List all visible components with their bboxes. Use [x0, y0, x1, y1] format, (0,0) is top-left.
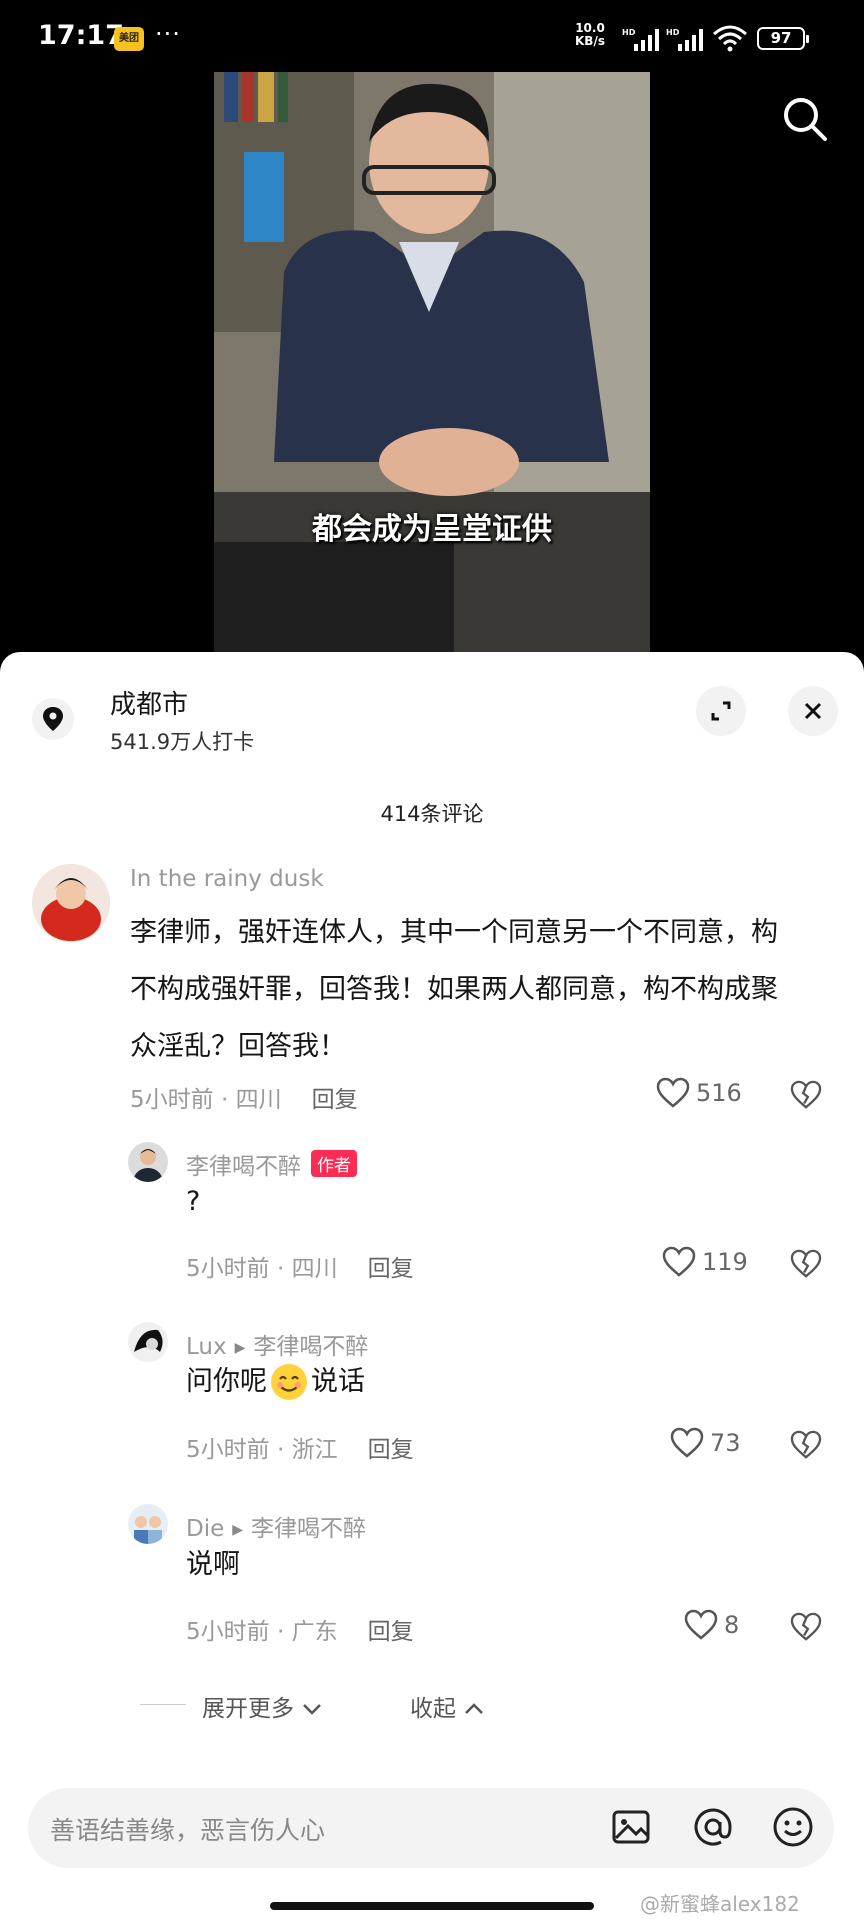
like-button[interactable]: 119 [662, 1246, 748, 1278]
wifi-icon [713, 25, 747, 52]
like-count: 119 [702, 1248, 748, 1276]
avatar[interactable] [32, 864, 110, 942]
comment-input[interactable]: 善语结善缘，恶言伤人心 [28, 1788, 834, 1868]
author-name[interactable]: 李律喝不醉 [186, 1154, 301, 1180]
heart-icon [662, 1246, 696, 1277]
comment-item: In the rainy dusk 李律师，强奸连体人，其中一个同意另一个不同意… [0, 864, 864, 1064]
reply-button[interactable]: 回复 [312, 1087, 358, 1113]
location-title[interactable]: 成都市 [110, 684, 188, 721]
reply-arrow-icon: ▶ [234, 1340, 246, 1356]
image-icon[interactable] [608, 1804, 654, 1850]
divider [140, 1704, 186, 1705]
comment-text: ? [186, 1186, 201, 1217]
like-count: 73 [710, 1429, 741, 1457]
comment-input-placeholder: 善语结善缘，恶言伤人心 [50, 1816, 326, 1845]
location-pin-icon[interactable] [32, 698, 74, 740]
status-bar: 17:17 美团 ··· 10.0 KB/s HD HD 97 [0, 0, 864, 72]
like-button[interactable]: 8 [684, 1609, 739, 1641]
comment-count: 414条评论 [380, 802, 484, 826]
reply-to-name[interactable]: 李律喝不醉 [251, 1516, 366, 1542]
comment-username: Lux ▶ 李律喝不醉 [186, 1327, 368, 1361]
dislike-broken-heart-icon[interactable] [790, 1612, 822, 1642]
comment-time-location: 5小时前 · 广东 [186, 1619, 338, 1645]
comment-text: 说啊 [186, 1549, 240, 1580]
video-scene [214, 72, 650, 654]
comment-meta: 5小时前 · 浙江 回复 [186, 1430, 414, 1464]
reply-to-name[interactable]: 李律喝不醉 [253, 1334, 368, 1360]
signal-2-icon: HD [666, 28, 703, 51]
comment-sheet: 成都市 541.9万人打卡 414条评论 In the rainy dusk 李… [0, 652, 864, 1920]
commenter-name[interactable]: Lux [186, 1334, 227, 1360]
comment-username: 李律喝不醉 作者 [186, 1147, 357, 1181]
chevron-down-icon [303, 1704, 322, 1715]
comment-meta: 5小时前 · 广东 回复 [186, 1612, 414, 1646]
meituan-app-icon: 美团 [114, 27, 144, 51]
reply-button[interactable]: 回复 [368, 1437, 414, 1463]
location-checkins: 541.9万人打卡 [110, 730, 255, 754]
comment-meta: 5小时前 · 四川 回复 [186, 1249, 414, 1283]
comment-text: 问你呢 说话 [186, 1362, 365, 1402]
home-indicator[interactable] [270, 1902, 594, 1910]
avatar[interactable] [128, 1142, 168, 1182]
comment-meta: 5小时前 · 四川 回复 [130, 1080, 358, 1114]
emoji-picker-icon[interactable] [770, 1804, 816, 1850]
comment-username: Die ▶ 李律喝不醉 [186, 1509, 366, 1543]
svg-text:HD: HD [622, 28, 636, 37]
like-button[interactable]: 73 [670, 1427, 741, 1459]
watermark: @新蜜蜂alex182 [640, 1892, 800, 1916]
close-button[interactable] [788, 686, 838, 736]
expand-button[interactable] [696, 686, 746, 736]
close-icon [804, 702, 822, 720]
video-area[interactable]: 都会成为呈堂证供 [0, 72, 864, 654]
comment-time-location: 5小时前 · 浙江 [186, 1437, 338, 1463]
status-time: 17:17 [38, 20, 124, 51]
signal-icon: HD [622, 28, 659, 51]
like-button[interactable]: 516 [656, 1077, 742, 1109]
network-speed: 10.0 KB/s [575, 21, 605, 48]
reply-button[interactable]: 回复 [368, 1256, 414, 1282]
chevron-up-icon [465, 1703, 484, 1714]
video-frame[interactable]: 都会成为呈堂证供 [214, 72, 650, 654]
heart-icon [670, 1427, 704, 1458]
reply-button[interactable]: 回复 [368, 1619, 414, 1645]
avatar[interactable] [128, 1322, 168, 1362]
dislike-broken-heart-icon[interactable] [790, 1430, 822, 1460]
search-icon[interactable] [780, 94, 830, 144]
collapse-button[interactable]: 收起 [410, 1689, 485, 1723]
dislike-broken-heart-icon[interactable] [790, 1080, 822, 1110]
like-count: 516 [696, 1079, 742, 1107]
commenter-name[interactable]: Die [186, 1516, 224, 1542]
svg-text:HD: HD [666, 28, 680, 37]
avatar[interactable] [128, 1504, 168, 1544]
comment-text: 李律师，强奸连体人，其中一个同意另一个不同意，构不构成强奸罪，回答我！如果两人都… [130, 917, 778, 1062]
author-badge: 作者 [311, 1150, 357, 1177]
expand-more-button[interactable]: 展开更多 [202, 1689, 323, 1723]
heart-icon [656, 1077, 690, 1108]
video-subtitle: 都会成为呈堂证供 [312, 512, 552, 547]
expand-icon [711, 701, 731, 721]
heart-icon [684, 1609, 718, 1640]
comment-username[interactable]: In the rainy dusk [130, 866, 324, 892]
comment-time-location: 5小时前 · 四川 [186, 1256, 338, 1282]
comment-time-location: 5小时前 · 四川 [130, 1087, 282, 1113]
emoji-icon [271, 1364, 307, 1400]
like-count: 8 [724, 1611, 740, 1639]
mention-icon[interactable] [690, 1804, 736, 1850]
reply-arrow-icon: ▶ [232, 1522, 244, 1538]
dislike-broken-heart-icon[interactable] [790, 1249, 822, 1279]
battery-indicator: 97 [757, 27, 809, 50]
more-notifications-icon: ··· [155, 20, 181, 48]
